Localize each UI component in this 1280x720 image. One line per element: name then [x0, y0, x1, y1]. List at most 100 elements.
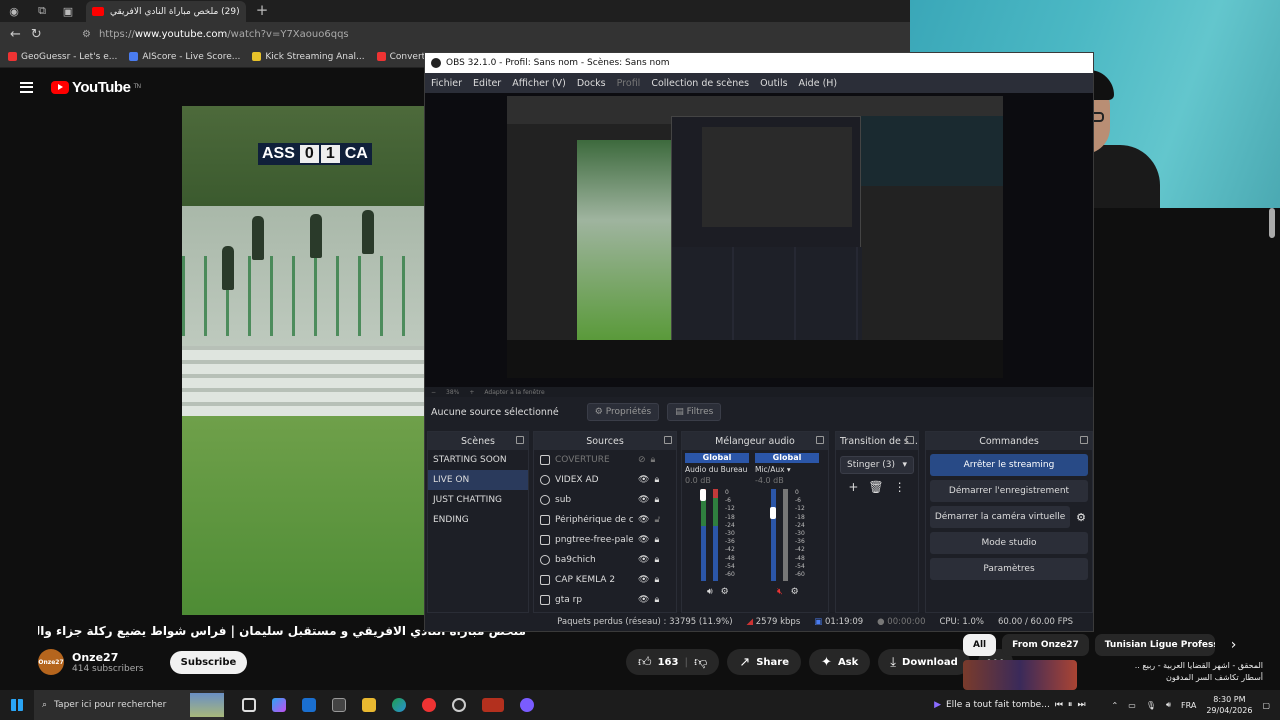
edge-icon[interactable]: [392, 698, 406, 712]
settings-button[interactable]: Paramètres: [930, 558, 1088, 580]
menu-aide[interactable]: Aide (H): [799, 78, 838, 89]
source-item[interactable]: sub 👁︎ 🔒︎: [534, 490, 676, 510]
trash-icon[interactable]: 🗑︎: [868, 480, 883, 494]
recommended-video[interactable]: المحقق - اشهر القضايا العربية - ربيع .. …: [963, 660, 1263, 692]
zoom-out-icon[interactable]: −: [431, 389, 436, 396]
file-explorer-icon[interactable]: [362, 698, 376, 712]
source-item[interactable]: COVERTURE ⊘ 🔒︎: [534, 450, 676, 470]
copilot-icon[interactable]: [272, 698, 286, 712]
studio-mode-button[interactable]: Mode studio: [930, 532, 1088, 554]
scene-starting-soon[interactable]: STARTING SOON: [428, 450, 528, 470]
chrome-icon[interactable]: [422, 698, 436, 712]
language-indicator[interactable]: FRA: [1181, 701, 1196, 710]
volume-slider-desktop[interactable]: [700, 489, 706, 501]
lock-icon[interactable]: 🔒︎: [651, 455, 656, 465]
workspaces-icon[interactable]: ⧉: [34, 3, 50, 19]
zoom-in-icon[interactable]: +: [469, 389, 474, 396]
scene-live-on[interactable]: LIVE ON: [428, 470, 528, 490]
reload-icon[interactable]: ↻: [31, 27, 42, 42]
eye-icon[interactable]: 👁︎: [638, 515, 649, 525]
like-button[interactable]: 👍︎ 163 | 👎︎: [626, 649, 720, 675]
lock-icon[interactable]: 🔒︎: [654, 555, 659, 565]
youtube-logo[interactable]: YouTube TN: [51, 79, 141, 96]
unlock-icon[interactable]: 🔓︎: [654, 515, 660, 525]
obs-preview[interactable]: [425, 93, 1093, 387]
eye-icon[interactable]: 👁︎: [638, 555, 649, 565]
properties-button[interactable]: ⚙ Propriétés: [586, 403, 660, 421]
task-view-icon[interactable]: [242, 698, 256, 712]
download-button[interactable]: ⤓ Download: [878, 649, 970, 675]
channel-avatar[interactable]: Onze27: [38, 649, 64, 675]
eye-icon[interactable]: 👁︎: [638, 495, 649, 505]
recommended-thumbnail[interactable]: [963, 660, 1077, 690]
discord-icon[interactable]: [520, 698, 534, 712]
voicemeeter-icon[interactable]: [482, 698, 504, 712]
mute-icon[interactable]: 🔇︎: [777, 587, 783, 597]
channel-name[interactable]: Onze27: [72, 651, 144, 664]
notifications-icon[interactable]: ▢: [1262, 701, 1270, 710]
channel-name[interactable]: Mic/Aux ▾: [755, 465, 819, 474]
eye-icon[interactable]: 👁︎: [638, 575, 649, 585]
network-icon[interactable]: ▭: [1128, 701, 1136, 710]
lock-icon[interactable]: 🔒︎: [654, 575, 659, 585]
settings-icon[interactable]: ⚙: [791, 587, 799, 597]
source-item[interactable]: gta rp 👁︎ 🔒︎: [534, 590, 676, 610]
menu-editer[interactable]: Editer: [473, 78, 501, 89]
menu-outils[interactable]: Outils: [760, 78, 787, 89]
start-recording-button[interactable]: Démarrer l'enregistrement: [930, 480, 1088, 502]
more-icon[interactable]: ⋮: [894, 480, 906, 494]
bookmark-geoguessr[interactable]: GeoGuessr - Let's e...: [8, 52, 117, 62]
bookmark-aiscore[interactable]: AIScore - Live Score...: [129, 52, 240, 62]
site-info-icon[interactable]: ⚙: [82, 29, 91, 40]
transition-select[interactable]: Stinger (3) ▾: [840, 456, 914, 474]
menu-fichier[interactable]: Fichier: [431, 78, 462, 89]
microphone-icon[interactable]: 🎙︎: [1146, 701, 1156, 710]
volume-icon[interactable]: 🔊︎: [1166, 700, 1171, 710]
store-icon[interactable]: [332, 698, 346, 712]
show-hidden-icons-icon[interactable]: ⌃: [1112, 701, 1119, 710]
recommended-title[interactable]: المحقق - اشهر القضايا العربية - ربيع ..: [1083, 660, 1263, 672]
ask-button[interactable]: ✦ Ask: [809, 649, 871, 675]
eye-icon[interactable]: 👁︎: [638, 475, 649, 485]
new-tab-button[interactable]: +: [254, 2, 270, 18]
page-scrollbar[interactable]: [1268, 208, 1276, 678]
eye-icon[interactable]: 👁︎: [638, 535, 649, 545]
outlook-icon[interactable]: [302, 698, 316, 712]
subscribe-button[interactable]: Subscribe: [169, 650, 248, 674]
settings-icon[interactable]: ⚙: [721, 587, 729, 597]
gear-icon[interactable]: ⚙: [1076, 511, 1086, 524]
undock-icon[interactable]: [516, 436, 524, 444]
lock-icon[interactable]: 🔒︎: [654, 535, 659, 545]
bookmark-kick[interactable]: Kick Streaming Anal...: [252, 52, 365, 62]
stop-streaming-button[interactable]: Arrêter le streaming: [930, 454, 1088, 476]
back-icon[interactable]: ←: [10, 27, 21, 42]
chevron-right-icon[interactable]: ›: [1231, 637, 1237, 653]
share-button[interactable]: ↗ Share: [727, 649, 802, 675]
menu-icon[interactable]: [20, 81, 33, 93]
speaker-icon[interactable]: 🔊︎: [707, 587, 713, 597]
menu-afficher[interactable]: Afficher (V): [512, 78, 566, 89]
undock-icon[interactable]: [664, 436, 672, 444]
scene-ending[interactable]: ENDING: [428, 510, 528, 530]
video-player[interactable]: ASS 0 1 CA: [182, 106, 426, 615]
lock-icon[interactable]: 🔒︎: [654, 495, 659, 505]
chip-all[interactable]: All: [963, 634, 997, 656]
undock-icon[interactable]: [906, 436, 914, 444]
volume-slider-mic[interactable]: [770, 507, 776, 520]
source-item[interactable]: ba9chich 👁︎ 🔒︎: [534, 550, 676, 570]
undock-icon[interactable]: [1080, 436, 1088, 444]
profile-icon[interactable]: ◉: [6, 3, 22, 19]
obs-icon[interactable]: [452, 698, 466, 712]
menu-collection[interactable]: Collection de scènes: [651, 78, 749, 89]
eye-icon[interactable]: 👁︎: [638, 595, 649, 605]
undock-icon[interactable]: [816, 436, 824, 444]
source-item[interactable]: Périphérique de capture👁︎🔓︎: [534, 510, 676, 530]
menu-profil[interactable]: Profil: [617, 78, 641, 89]
tab-actions-icon[interactable]: ▣: [60, 3, 76, 19]
source-item[interactable]: CAP KEMLA 2 👁︎ 🔒︎: [534, 570, 676, 590]
menu-docks[interactable]: Docks: [577, 78, 606, 89]
add-icon[interactable]: +: [848, 480, 858, 494]
taskbar-search[interactable]: ⌕ Taper ici pour rechercher: [34, 690, 224, 720]
scene-just-chatting[interactable]: JUST CHATTING: [428, 490, 528, 510]
chip-tunisian-ligue[interactable]: Tunisian Ligue Professionn: [1094, 634, 1215, 656]
